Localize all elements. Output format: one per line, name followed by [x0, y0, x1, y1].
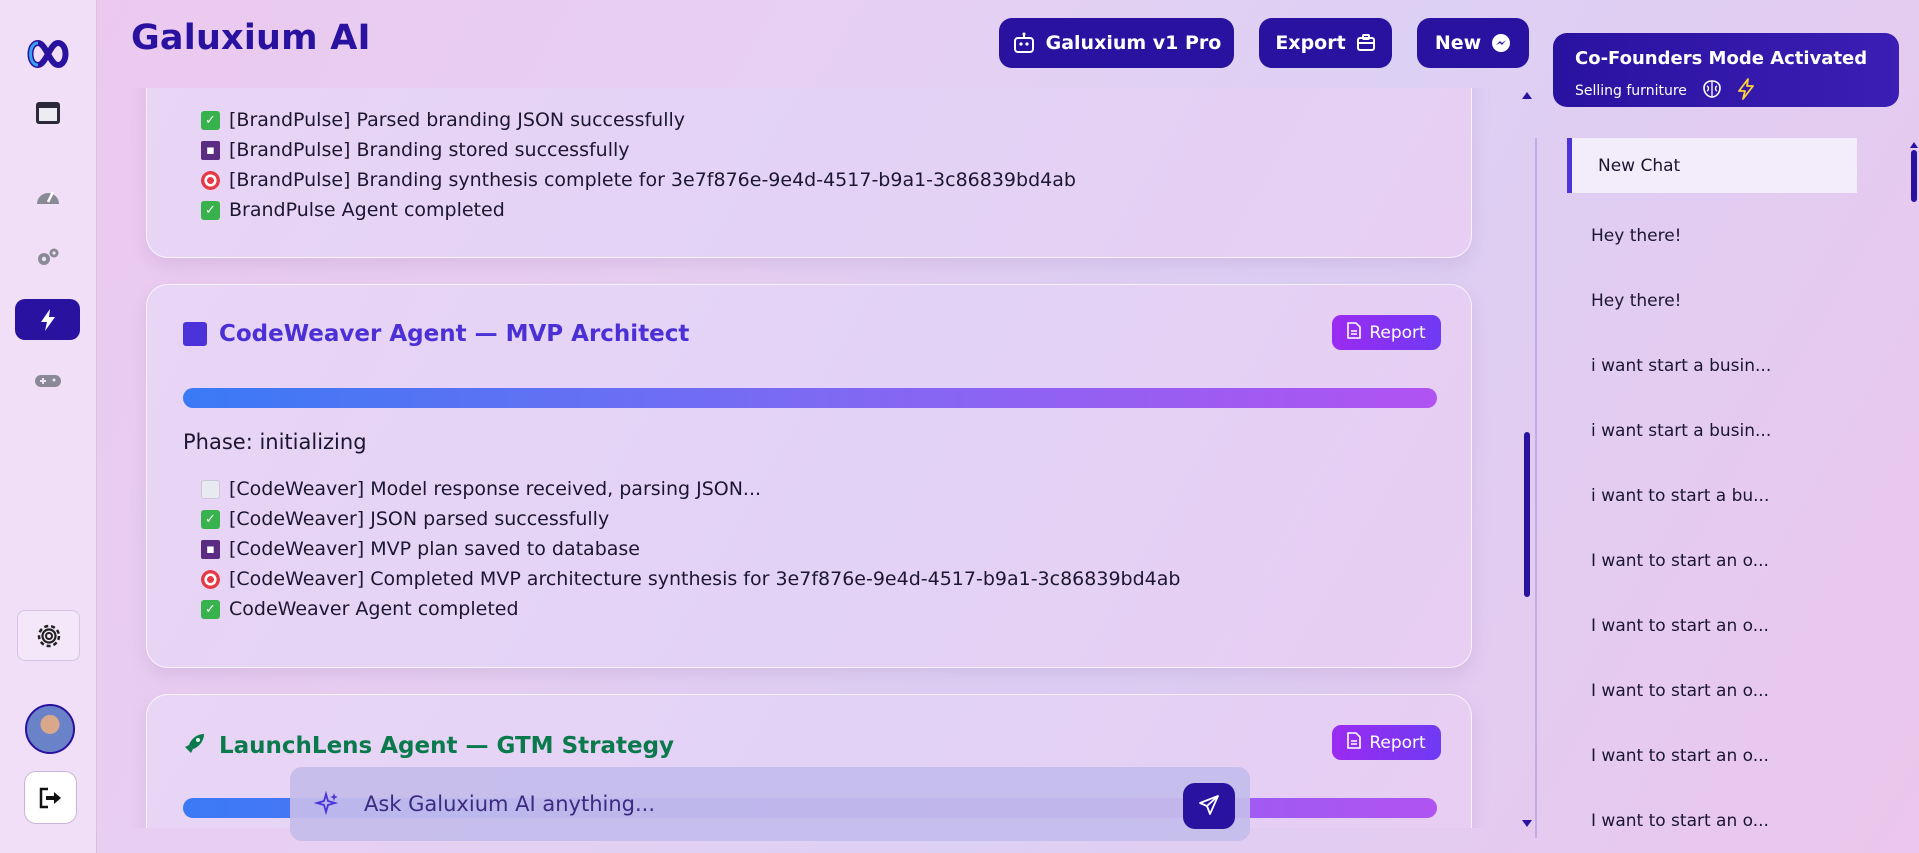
chat-history-panel: New Chat Hey there! Hey there! i want st… — [1535, 138, 1919, 838]
settings-gear-icon[interactable] — [17, 610, 80, 661]
cofounder-mode-banner[interactable]: Co-Founders Mode Activated Selling furni… — [1553, 33, 1899, 107]
model-label: Galuxium v1 Pro — [1045, 32, 1222, 54]
phase-text: Phase: initializing — [183, 430, 367, 454]
inbox-icon — [201, 479, 220, 499]
ask-bar — [290, 767, 1250, 841]
chat-item[interactable]: i want start a busin... — [1567, 333, 1857, 398]
log-line: ✓ [CodeWeaver] JSON parsed successfully — [201, 504, 1180, 534]
ask-input[interactable] — [364, 787, 1144, 821]
messenger-icon — [1491, 33, 1511, 53]
cofounder-subtitle: Selling furniture — [1575, 78, 1755, 104]
send-icon — [1198, 794, 1220, 819]
robot-icon — [1012, 31, 1036, 55]
chat-item[interactable]: i want start a busin... — [1567, 398, 1857, 463]
brandpulse-card: ✓ [BrandPulse] Parsed branding JSON succe… — [146, 88, 1472, 258]
send-button[interactable] — [1183, 783, 1235, 829]
check-icon: ✓ — [201, 599, 220, 619]
chat-scrollbar[interactable] — [1910, 142, 1918, 822]
log-line: [CodeWeaver] Completed MVP architecture … — [201, 564, 1180, 594]
codeweaver-card: CodeWeaver Agent — MVP Architect Report … — [146, 284, 1472, 668]
avatar[interactable] — [25, 704, 75, 754]
gears-icon[interactable] — [26, 240, 70, 274]
model-select-button[interactable]: Galuxium v1 Pro — [999, 18, 1234, 68]
chat-item[interactable]: I want to start an o... — [1567, 788, 1857, 853]
check-icon: ✓ — [201, 110, 220, 130]
log-line: [BrandPulse] Branding synthesis complete… — [201, 165, 1076, 195]
chat-item[interactable]: I want to start an o... — [1567, 528, 1857, 593]
check-icon: ✓ — [201, 509, 220, 529]
card-title: LaunchLens Agent — GTM Strategy — [183, 731, 674, 761]
infinity-logo-icon[interactable] — [20, 34, 76, 74]
logout-icon[interactable] — [24, 771, 77, 824]
chat-item[interactable]: i want to start a bu... — [1567, 463, 1857, 528]
export-label: Export — [1275, 32, 1346, 54]
floppy-disk-icon: ▪ — [201, 539, 220, 559]
log-line: [CodeWeaver] Model response received, pa… — [201, 474, 1180, 504]
report-button[interactable]: Report — [1332, 315, 1441, 350]
target-icon — [201, 569, 220, 589]
scroll-thumb[interactable] — [1524, 432, 1530, 597]
dashboard-gauge-icon[interactable] — [26, 178, 70, 212]
gamepad-icon[interactable] — [26, 364, 70, 398]
chat-item[interactable]: Hey there! — [1567, 268, 1857, 333]
chat-item[interactable]: I want to start an o... — [1567, 723, 1857, 788]
window-icon[interactable] — [26, 96, 70, 130]
brandpulse-log: ✓ [BrandPulse] Parsed branding JSON succe… — [201, 105, 1076, 225]
progress-bar — [183, 388, 1437, 408]
target-icon — [201, 170, 220, 190]
briefcase-icon — [1356, 33, 1376, 53]
left-rail — [0, 0, 97, 853]
check-icon: ✓ — [201, 200, 220, 220]
lightning-icon — [1737, 78, 1755, 104]
codeweaver-log: [CodeWeaver] Model response received, pa… — [201, 474, 1180, 624]
brain-icon — [1701, 79, 1723, 103]
log-line: ✓ CodeWeaver Agent completed — [201, 594, 1180, 624]
square-icon — [183, 322, 207, 346]
sparkles-icon — [313, 790, 340, 821]
rocket-icon — [183, 731, 207, 761]
log-line: ✓ BrandPulse Agent completed — [201, 195, 1076, 225]
agent-feed: ✓ [BrandPulse] Parsed branding JSON succe… — [100, 88, 1510, 828]
document-icon — [1347, 321, 1362, 344]
new-chat-button[interactable]: New — [1417, 18, 1529, 68]
card-title: CodeWeaver Agent — MVP Architect — [183, 321, 689, 347]
report-button[interactable]: Report — [1332, 725, 1441, 760]
chat-list: New Chat Hey there! Hey there! i want st… — [1567, 138, 1857, 853]
log-line: ▪ [BrandPulse] Branding stored successful… — [201, 135, 1076, 165]
feed-scrollbar[interactable] — [1522, 92, 1532, 827]
new-label: New — [1434, 32, 1482, 54]
scroll-thumb[interactable] — [1911, 150, 1917, 202]
log-line: ▪ [CodeWeaver] MVP plan saved to database — [201, 534, 1180, 564]
cofounder-title: Co-Founders Mode Activated — [1575, 48, 1868, 69]
floppy-disk-icon: ▪ — [201, 140, 220, 160]
bolt-icon[interactable] — [15, 299, 80, 340]
chat-item[interactable]: I want to start an o... — [1567, 593, 1857, 658]
chat-item[interactable]: I want to start an o... — [1567, 658, 1857, 723]
app-title: Galuxium AI — [131, 18, 371, 58]
document-icon — [1347, 731, 1362, 754]
scroll-down-arrow-icon[interactable] — [1522, 820, 1532, 827]
chat-item-new-chat[interactable]: New Chat — [1567, 138, 1857, 193]
scroll-up-arrow-icon[interactable] — [1910, 142, 1918, 148]
chat-item[interactable]: Hey there! — [1567, 203, 1857, 268]
scroll-up-arrow-icon[interactable] — [1522, 92, 1532, 99]
log-line: ✓ [BrandPulse] Parsed branding JSON succe… — [201, 105, 1076, 135]
export-button[interactable]: Export — [1259, 18, 1392, 68]
